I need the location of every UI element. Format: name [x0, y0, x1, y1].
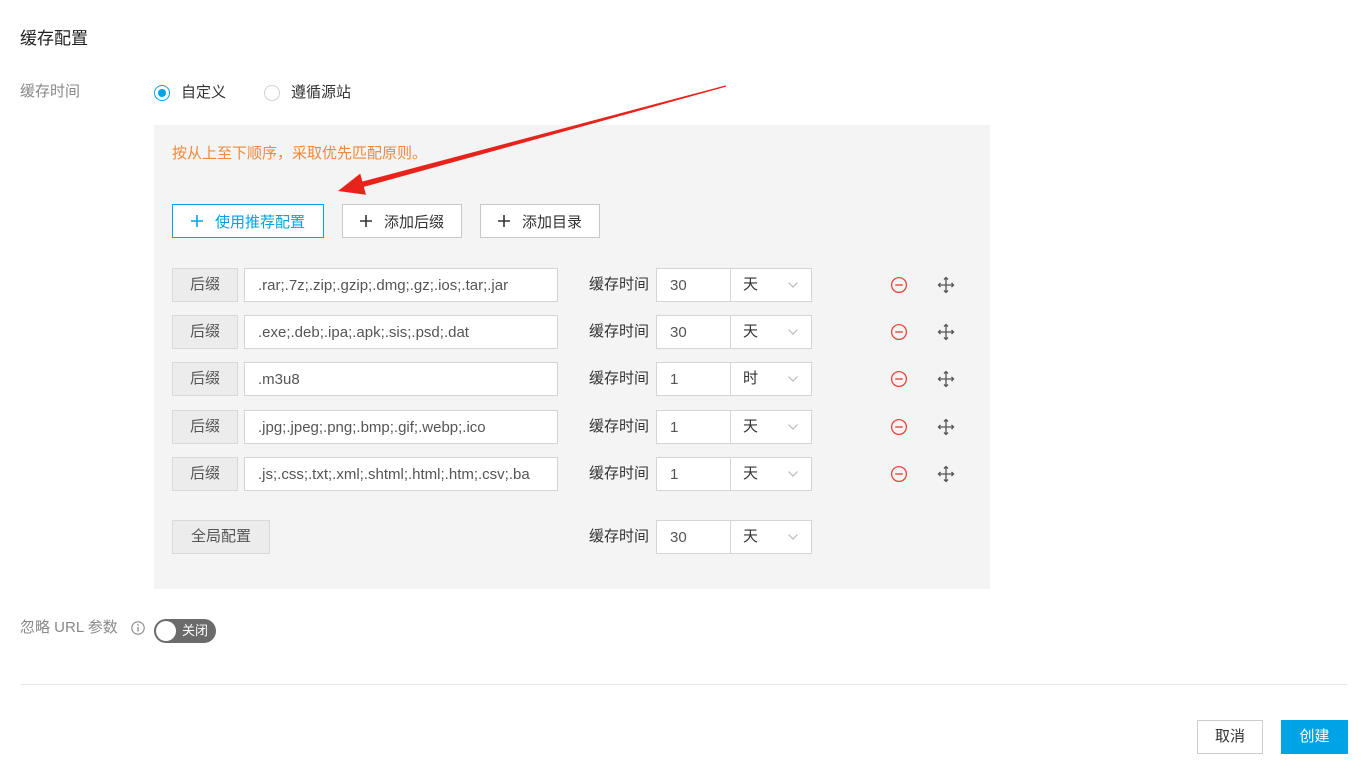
chevron-down-icon [788, 534, 798, 540]
unit-select[interactable]: 天 [730, 268, 812, 302]
remove-rule-button[interactable] [890, 370, 908, 388]
add-directory-label: 添加目录 [521, 213, 582, 231]
ignore-url-params-toggle[interactable]: 关闭 [154, 619, 216, 643]
unit-select[interactable]: 天 [730, 457, 812, 491]
duration-input[interactable] [656, 268, 731, 302]
suffix-input[interactable] [244, 457, 558, 491]
suffix-input[interactable] [244, 315, 558, 349]
rule-type-label: 后缀 [172, 315, 238, 349]
global-unit-select[interactable]: 天 [730, 520, 812, 554]
radio-label: 遵循源站 [291, 84, 352, 101]
cancel-button[interactable]: 取消 [1197, 720, 1263, 754]
rule-row: 后缀 缓存时间 天 [154, 268, 990, 302]
chevron-down-icon [788, 424, 798, 430]
global-config-row: 全局配置 缓存时间 天 [154, 520, 990, 554]
cache-time-label: 缓存时间 [589, 528, 650, 545]
chevron-down-icon [788, 471, 798, 477]
create-button[interactable]: 创建 [1281, 720, 1348, 754]
chevron-down-icon [788, 376, 798, 382]
rule-type-label: 后缀 [172, 362, 238, 396]
minus-circle-icon [890, 370, 908, 388]
unit-value: 天 [743, 323, 759, 340]
minus-circle-icon [890, 276, 908, 294]
radio-label: 自定义 [181, 84, 227, 101]
duration-input[interactable] [656, 315, 731, 349]
suffix-input[interactable] [244, 362, 558, 396]
add-suffix-button[interactable]: 添加后缀 [342, 204, 462, 238]
drag-handle[interactable] [937, 418, 955, 436]
move-icon [937, 370, 955, 388]
move-icon [937, 323, 955, 341]
remove-rule-button[interactable] [890, 465, 908, 483]
rule-row: 后缀 缓存时间 天 [154, 410, 990, 444]
duration-input[interactable] [656, 410, 731, 444]
remove-rule-button[interactable] [890, 323, 908, 341]
unit-select[interactable]: 天 [730, 315, 812, 349]
drag-handle[interactable] [937, 370, 955, 388]
radio-circle[interactable] [264, 85, 280, 101]
cache-time-label: 缓存时间 [20, 83, 81, 100]
chevron-down-icon [788, 329, 798, 335]
unit-select[interactable]: 天 [730, 410, 812, 444]
chevron-down-icon [788, 282, 798, 288]
rule-row: 后缀 缓存时间 天 [154, 457, 990, 491]
priority-hint: 按从上至下顺序，采取优先匹配原则。 [172, 145, 428, 162]
minus-circle-icon [890, 418, 908, 436]
duration-input[interactable] [656, 457, 731, 491]
use-recommended-button[interactable]: 使用推荐配置 [172, 204, 324, 238]
rules-panel: 按从上至下顺序，采取优先匹配原则。 使用推荐配置 添加后缀 添加目录 后缀 缓存… [154, 125, 990, 589]
add-suffix-label: 添加后缀 [383, 213, 444, 231]
minus-circle-icon [890, 323, 908, 341]
rule-type-label: 后缀 [172, 268, 238, 302]
move-icon [937, 418, 955, 436]
unit-select[interactable]: 时 [730, 362, 812, 396]
add-directory-button[interactable]: 添加目录 [480, 204, 600, 238]
plus-icon [497, 215, 510, 227]
section-title: 缓存配置 [20, 29, 88, 48]
global-duration-input[interactable] [656, 520, 731, 554]
radio-follow-origin[interactable]: 遵循源站 [264, 84, 351, 102]
rule-row: 后缀 缓存时间 时 [154, 362, 990, 396]
duration-input[interactable] [656, 362, 731, 396]
radio-custom[interactable]: 自定义 [154, 84, 226, 102]
move-icon [937, 465, 955, 483]
remove-rule-button[interactable] [890, 418, 908, 436]
unit-value: 天 [743, 418, 759, 435]
footer-divider [20, 684, 1348, 685]
unit-value: 天 [743, 528, 759, 545]
cache-time-label: 缓存时间 [589, 276, 650, 293]
unit-value: 天 [743, 276, 759, 293]
suffix-input[interactable] [244, 410, 558, 444]
remove-rule-button[interactable] [890, 276, 908, 294]
drag-handle[interactable] [937, 276, 955, 294]
suffix-input[interactable] [244, 268, 558, 302]
info-icon[interactable] [131, 621, 145, 635]
use-recommended-label: 使用推荐配置 [214, 213, 305, 231]
minus-circle-icon [890, 465, 908, 483]
rule-row: 后缀 缓存时间 天 [154, 315, 990, 349]
cache-time-label: 缓存时间 [589, 323, 650, 340]
rule-type-label: 后缀 [172, 457, 238, 491]
move-icon [937, 276, 955, 294]
cache-time-label: 缓存时间 [589, 418, 650, 435]
plus-icon [190, 215, 203, 227]
drag-handle[interactable] [937, 323, 955, 341]
drag-handle[interactable] [937, 465, 955, 483]
rule-type-label: 后缀 [172, 410, 238, 444]
unit-value: 时 [743, 370, 759, 387]
ignore-url-params-label: 忽略 URL 参数 [20, 619, 118, 636]
toggle-state-label: 关闭 [182, 623, 209, 638]
cache-time-label: 缓存时间 [589, 370, 650, 387]
global-config-label: 全局配置 [172, 520, 270, 554]
unit-value: 天 [743, 465, 759, 482]
plus-icon [359, 215, 372, 227]
cache-time-label: 缓存时间 [589, 465, 650, 482]
radio-circle[interactable] [154, 85, 170, 101]
toggle-knob [156, 621, 176, 641]
